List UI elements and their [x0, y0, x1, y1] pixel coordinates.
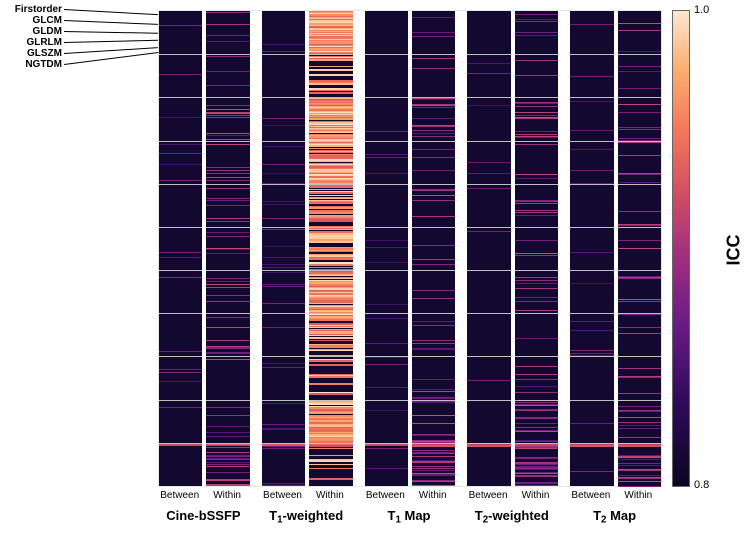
- x-tick-between: Between: [571, 490, 610, 501]
- feature-class-ngtdm: NGTDM: [4, 59, 62, 70]
- leader-line: [64, 9, 158, 15]
- feature-class-glszm: GLSZM: [4, 48, 62, 59]
- feature-class-glrlm: GLRLM: [4, 37, 62, 48]
- colorbar-tick: 1.0: [694, 4, 709, 16]
- heatmap-figure: FirstorderGLCMGLDMGLRLMGLSZMNGTDM Origin…: [0, 0, 750, 540]
- leader-line: [64, 31, 158, 33]
- x-tick-within: Within: [316, 490, 344, 501]
- leader-line: [64, 52, 158, 65]
- feature-class-glcm: GLCM: [4, 15, 62, 26]
- x-tick-between: Between: [263, 490, 302, 501]
- x-group-label: T2-weighted: [475, 508, 549, 525]
- x-group-label: T2 Map: [593, 508, 636, 525]
- x-tick-within: Within: [419, 490, 447, 501]
- leader-line: [64, 20, 158, 25]
- feature-class-gldm: GLDM: [4, 26, 62, 37]
- x-tick-within: Within: [213, 490, 241, 501]
- heatmap-grid: [158, 10, 662, 487]
- x-group-label: Cine-bSSFP: [166, 508, 240, 523]
- colorbar: [672, 10, 690, 487]
- x-group-label: T1-weighted: [269, 508, 343, 525]
- x-tick-between: Between: [160, 490, 199, 501]
- x-tick-between: Between: [366, 490, 405, 501]
- colorbar-tick: 0.8: [694, 479, 709, 491]
- x-group-label: T1 Map: [387, 508, 430, 525]
- x-tick-between: Between: [469, 490, 508, 501]
- x-tick-within: Within: [624, 490, 652, 501]
- x-tick-within: Within: [522, 490, 550, 501]
- feature-class-firstorder: Firstorder: [4, 4, 62, 15]
- colorbar-title: ICC: [724, 235, 745, 266]
- feature-class-legend: FirstorderGLCMGLDMGLRLMGLSZMNGTDM: [4, 4, 62, 70]
- leader-line: [64, 40, 158, 43]
